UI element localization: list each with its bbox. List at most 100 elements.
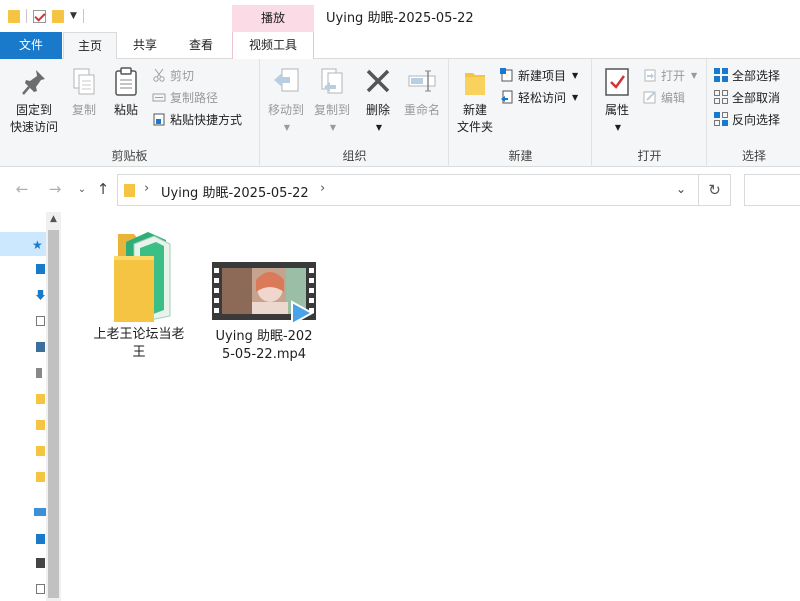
select-none-icon: [714, 90, 728, 104]
up-icon[interactable]: ↑: [93, 180, 113, 198]
copy-to-button[interactable]: 复制到 ▼: [309, 65, 355, 136]
chevron-right-icon[interactable]: ›: [144, 181, 149, 196]
chevron-down-icon: ▼: [329, 123, 337, 132]
new-group-label: 新建: [508, 149, 533, 163]
chevron-down-icon: ▼: [691, 70, 698, 80]
tab-video-tools[interactable]: 视频工具: [232, 32, 314, 59]
new-item-button[interactable]: 新建项目 ▼: [500, 65, 578, 85]
move-to-button[interactable]: 移动到 ▼: [263, 65, 309, 136]
video-thumbnail-icon: [212, 262, 316, 324]
scroll-thumb[interactable]: [48, 230, 59, 598]
cut-button[interactable]: 剪切: [152, 65, 194, 85]
chevron-down-icon: ▼: [572, 70, 579, 80]
folder-icon[interactable]: [36, 420, 45, 430]
rename-icon: [406, 65, 438, 99]
move-to-label: 移动到: [267, 103, 304, 117]
delete-button[interactable]: 删除 ▼: [359, 65, 397, 136]
file-item-folder[interactable]: 上老王论坛当老王: [88, 230, 190, 362]
breadcrumb[interactable]: Uying 助眠-2025-05-22: [161, 182, 309, 201]
copy-path-button[interactable]: 复制路径: [152, 87, 218, 107]
pin-label-1: 固定到: [15, 103, 52, 117]
pin-label-2: 快速访问: [9, 120, 58, 134]
rename-label: 重命名: [403, 103, 440, 117]
context-tab-header: 播放: [232, 5, 314, 32]
new-folder-icon[interactable]: [52, 9, 64, 23]
folder-icon[interactable]: [36, 446, 45, 456]
chevron-down-icon[interactable]: ⌄: [676, 182, 686, 196]
organize-group: 移动到 ▼ 复制到 ▼ 删除 ▼ 重命名 组织: [261, 59, 449, 167]
quick-access-toolbar: ▼: [8, 9, 84, 23]
open-group: 属性 ▼ 打开 ▼ 编辑 打开: [593, 59, 707, 167]
tab-view[interactable]: 查看: [173, 32, 229, 59]
folder-icon[interactable]: [36, 472, 45, 482]
recent-locations-icon[interactable]: ⌄: [72, 184, 92, 195]
videos-icon[interactable]: [36, 558, 45, 568]
tab-share[interactable]: 共享: [118, 32, 172, 59]
copy-button[interactable]: 复制: [64, 65, 104, 119]
folder-icon: [8, 9, 20, 23]
copy-to-icon: [316, 65, 348, 99]
copy-path-icon: [152, 90, 166, 104]
open-button[interactable]: 打开 ▼: [643, 65, 697, 85]
new-item-label: 新建项目: [518, 68, 567, 83]
search-input[interactable]: [744, 174, 800, 206]
copy-path-label: 复制路径: [170, 90, 219, 105]
properties-label: 属性: [604, 103, 629, 117]
scroll-up-icon[interactable]: ▲: [46, 214, 61, 224]
divider: [82, 9, 84, 23]
select-none-label: 全部取消: [732, 90, 781, 105]
chevron-down-icon: ▼: [614, 123, 622, 132]
open-group-label: 打开: [637, 149, 662, 163]
invert-selection-button[interactable]: 反向选择: [714, 109, 780, 129]
properties-button[interactable]: 属性 ▼: [597, 65, 637, 136]
new-folder-label-2: 文件夹: [456, 120, 493, 134]
file-name: Uying 助眠-2025-05-22.mp4: [215, 329, 313, 362]
chevron-right-icon[interactable]: ›: [320, 181, 325, 196]
desktop-icon[interactable]: [36, 534, 45, 544]
paste-shortcut-button[interactable]: 粘贴快捷方式: [152, 109, 242, 129]
easy-access-button[interactable]: 轻松访问 ▼: [500, 87, 578, 107]
scrollbar[interactable]: ▲: [46, 212, 61, 601]
copy-to-label: 复制到: [313, 103, 350, 117]
select-all-button[interactable]: 全部选择: [714, 65, 780, 85]
select-all-label: 全部选择: [732, 68, 781, 83]
folder-icon: [114, 232, 171, 322]
select-group-label: 选择: [741, 149, 766, 163]
rename-button[interactable]: 重命名: [399, 65, 445, 119]
pin-to-quick-access-button[interactable]: 固定到 快速访问: [6, 65, 62, 136]
pictures-icon[interactable]: [36, 342, 45, 352]
select-none-button[interactable]: 全部取消: [714, 87, 780, 107]
documents-icon[interactable]: [36, 584, 45, 594]
select-group: 全部选择 全部取消 反向选择 选择: [708, 59, 800, 167]
divider: [26, 9, 27, 23]
copy-label: 复制: [71, 103, 96, 117]
music-icon[interactable]: [36, 368, 42, 378]
open-label: 打开: [661, 68, 686, 83]
file-item-video[interactable]: Uying 助眠-2025-05-22.mp4: [212, 262, 316, 364]
invert-selection-label: 反向选择: [732, 112, 781, 127]
customize-toolbar-icon[interactable]: ▼: [70, 11, 77, 21]
pin-icon: [18, 65, 50, 99]
refresh-button[interactable]: ↻: [699, 174, 731, 206]
downloads-icon[interactable]: [36, 290, 45, 300]
properties-icon[interactable]: [33, 9, 46, 23]
clipboard-group-label: 剪贴板: [111, 149, 148, 163]
forward-icon[interactable]: →: [45, 180, 65, 198]
tab-file[interactable]: 文件: [0, 32, 62, 59]
easy-access-label: 轻松访问: [518, 90, 567, 105]
paste-button[interactable]: 粘贴: [106, 65, 146, 119]
tab-home[interactable]: 主页: [63, 32, 117, 60]
folder-icon[interactable]: [36, 394, 45, 404]
back-icon[interactable]: ←: [12, 180, 32, 198]
documents-icon[interactable]: [36, 316, 45, 326]
edit-label: 编辑: [661, 90, 686, 105]
address-bar[interactable]: › Uying 助眠-2025-05-22 › ⌄: [117, 174, 699, 206]
window-title: Uying 助眠-2025-05-22: [326, 11, 474, 26]
onedrive-icon[interactable]: [34, 508, 46, 516]
chevron-down-icon: ▼: [572, 92, 579, 102]
desktop-icon[interactable]: [36, 264, 45, 274]
new-folder-button[interactable]: 新建 文件夹: [452, 65, 498, 136]
new-folder-icon: [459, 65, 491, 99]
edit-button[interactable]: 编辑: [643, 87, 685, 107]
folder-icon: [124, 184, 135, 197]
